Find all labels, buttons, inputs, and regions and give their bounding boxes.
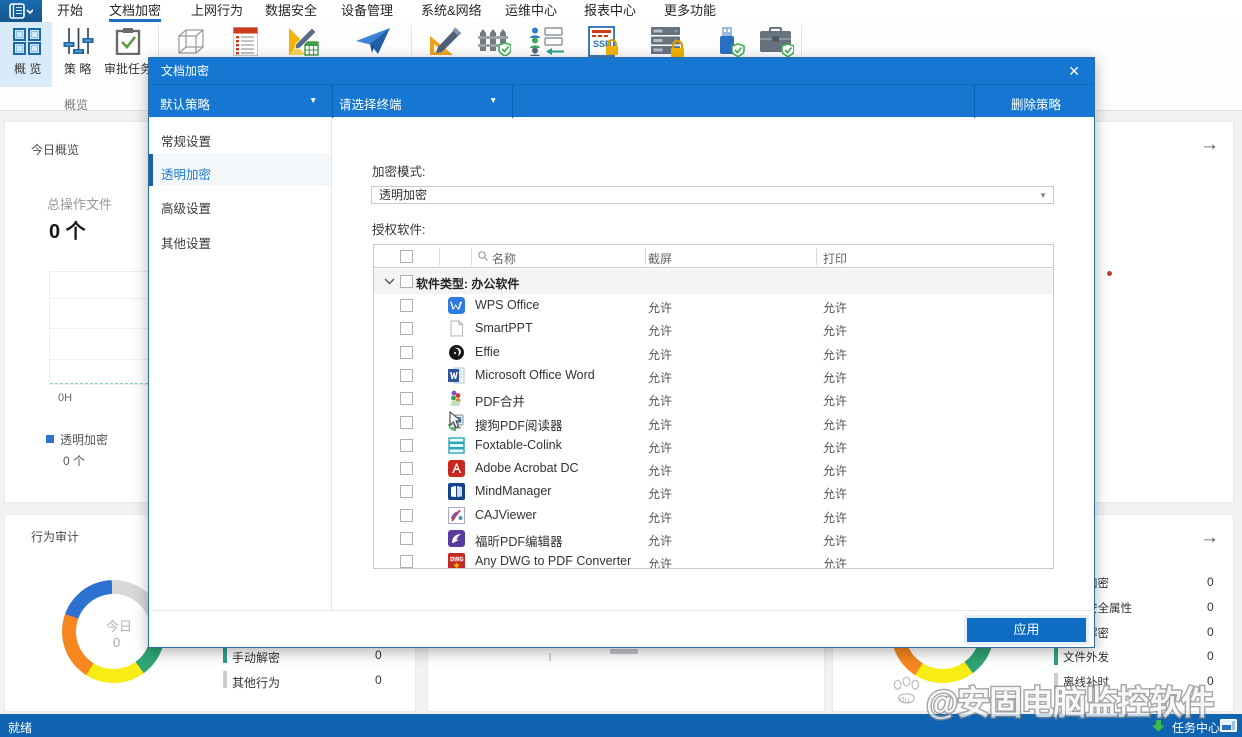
svg-text:DWG: DWG bbox=[450, 557, 463, 563]
svg-text:du: du bbox=[900, 694, 910, 704]
